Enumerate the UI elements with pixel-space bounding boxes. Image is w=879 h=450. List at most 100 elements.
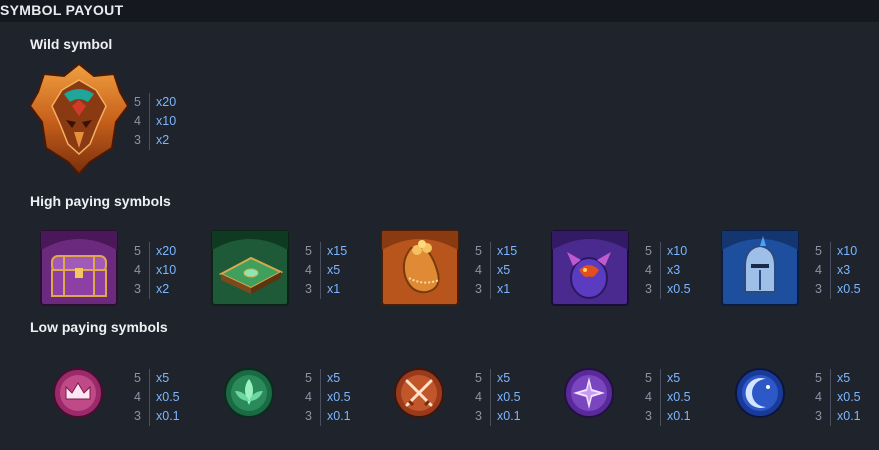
payout-multiplier: x5: [327, 263, 341, 277]
payout-row: 4 x0.5: [305, 388, 351, 407]
payout-multiplier: x5: [156, 371, 170, 385]
payout-row: 4 x0.5: [475, 388, 521, 407]
payout-count: 3: [645, 282, 652, 296]
payout-row: 5 x15: [305, 242, 347, 261]
dragon-egg-icon: [551, 230, 629, 306]
star-emblem-icon: [564, 368, 614, 418]
payout-count: 3: [645, 409, 652, 423]
payout-multiplier: x0.5: [837, 390, 861, 404]
payout-multiplier: x0.1: [156, 409, 180, 423]
payout-count: 4: [475, 263, 482, 277]
payout-row: 5 x20: [134, 242, 176, 261]
payout-multiplier: x3: [837, 263, 851, 277]
high-section-title: High paying symbols: [30, 193, 171, 209]
payout-multiplier: x5: [327, 371, 341, 385]
payout-multiplier: x10: [837, 244, 858, 258]
low-payout-table-2: 5 x5 4 x0.5 3 x0.1: [305, 369, 351, 426]
payout-multiplier: x5: [497, 371, 511, 385]
payout-multiplier: x0.5: [667, 282, 691, 296]
payout-multiplier: x10: [667, 244, 688, 258]
payout-count: 3: [475, 409, 482, 423]
payout-row: 4 x5: [475, 261, 517, 280]
payout-multiplier: x10: [156, 114, 177, 128]
payout-count: 4: [134, 114, 141, 128]
payout-row: 4 x3: [815, 261, 861, 280]
payout-count: 3: [134, 282, 141, 296]
payout-count: 5: [134, 244, 141, 258]
payout-multiplier: x0.1: [837, 409, 861, 423]
payout-multiplier: x2: [156, 282, 170, 296]
payout-multiplier: x1: [497, 282, 511, 296]
low-section-title: Low paying symbols: [30, 319, 168, 335]
payout-row: 5 x5: [134, 369, 180, 388]
payout-count: 5: [475, 244, 482, 258]
payout-multiplier: x3: [667, 263, 681, 277]
crossed-swords-emblem-icon: [394, 368, 444, 418]
payout-count: 5: [475, 371, 482, 385]
moon-emblem-icon: [735, 368, 785, 418]
payout-row: 3 x2: [134, 280, 176, 299]
payout-count: 3: [305, 409, 312, 423]
payout-row: 4 x10: [134, 112, 176, 131]
payout-multiplier: x0.1: [497, 409, 521, 423]
payout-row: 5 x5: [475, 369, 521, 388]
payout-count: 3: [815, 409, 822, 423]
payout-row: 4 x0.5: [645, 388, 691, 407]
payout-count: 4: [645, 263, 652, 277]
payout-multiplier: x0.1: [327, 409, 351, 423]
payout-count: 3: [475, 282, 482, 296]
payout-multiplier: x0.5: [837, 282, 861, 296]
payout-count: 4: [815, 390, 822, 404]
high-payout-table-3: 5 x15 4 x5 3 x1: [475, 242, 517, 299]
payout-row: 3 x0.1: [475, 407, 521, 426]
treasure-chest-icon: [40, 230, 118, 306]
payout-count: 5: [305, 371, 312, 385]
payout-count: 4: [815, 263, 822, 277]
wild-mask-icon: [28, 62, 130, 176]
payout-row: 5 x15: [475, 242, 517, 261]
payout-count: 4: [134, 263, 141, 277]
high-payout-table-5: 5 x10 4 x3 3 x0.5: [815, 242, 861, 299]
low-payout-table-5: 5 x5 4 x0.5 3 x0.1: [815, 369, 861, 426]
payout-multiplier: x0.5: [497, 390, 521, 404]
wild-payout-table: 5 x20 4 x10 3 x2: [134, 93, 176, 150]
payout-row: 3 x1: [475, 280, 517, 299]
payout-count: 5: [815, 244, 822, 258]
crown-emblem-icon: [53, 368, 103, 418]
high-payout-table-4: 5 x10 4 x3 3 x0.5: [645, 242, 691, 299]
payout-count: 4: [305, 263, 312, 277]
gold-pouch-icon: [381, 230, 459, 306]
payout-multiplier: x20: [156, 95, 177, 109]
payout-row: 5 x5: [645, 369, 691, 388]
payout-count: 3: [134, 133, 141, 147]
payout-row: 5 x5: [815, 369, 861, 388]
page-title: SYMBOL PAYOUT: [0, 2, 124, 18]
payout-count: 3: [134, 409, 141, 423]
payout-multiplier: x0.5: [667, 390, 691, 404]
payout-row: 5 x10: [645, 242, 691, 261]
payout-multiplier: x10: [156, 263, 177, 277]
payout-row: 3 x0.1: [645, 407, 691, 426]
payout-row: 3 x0.1: [815, 407, 861, 426]
payout-multiplier: x2: [156, 133, 170, 147]
payout-count: 4: [645, 390, 652, 404]
payout-row: 4 x5: [305, 261, 347, 280]
payout-multiplier: x15: [497, 244, 518, 258]
payout-row: 5 x20: [134, 93, 176, 112]
low-payout-table-4: 5 x5 4 x0.5 3 x0.1: [645, 369, 691, 426]
payout-multiplier: x1: [327, 282, 341, 296]
payout-row: 5 x10: [815, 242, 861, 261]
payout-count: 5: [305, 244, 312, 258]
payout-row: 3 x0.5: [815, 280, 861, 299]
low-payout-table-1: 5 x5 4 x0.5 3 x0.1: [134, 369, 180, 426]
payout-multiplier: x0.5: [327, 390, 351, 404]
header-bar: SYMBOL PAYOUT: [0, 0, 879, 22]
payout-row: 3 x0.1: [305, 407, 351, 426]
low-payout-table-3: 5 x5 4 x0.5 3 x0.1: [475, 369, 521, 426]
payout-multiplier: x20: [156, 244, 177, 258]
payout-multiplier: x5: [497, 263, 511, 277]
wild-section-title: Wild symbol: [30, 36, 113, 52]
knight-helmet-icon: [721, 230, 799, 306]
high-payout-table-1: 5 x20 4 x10 3 x2: [134, 242, 176, 299]
spellbook-icon: [211, 230, 289, 306]
